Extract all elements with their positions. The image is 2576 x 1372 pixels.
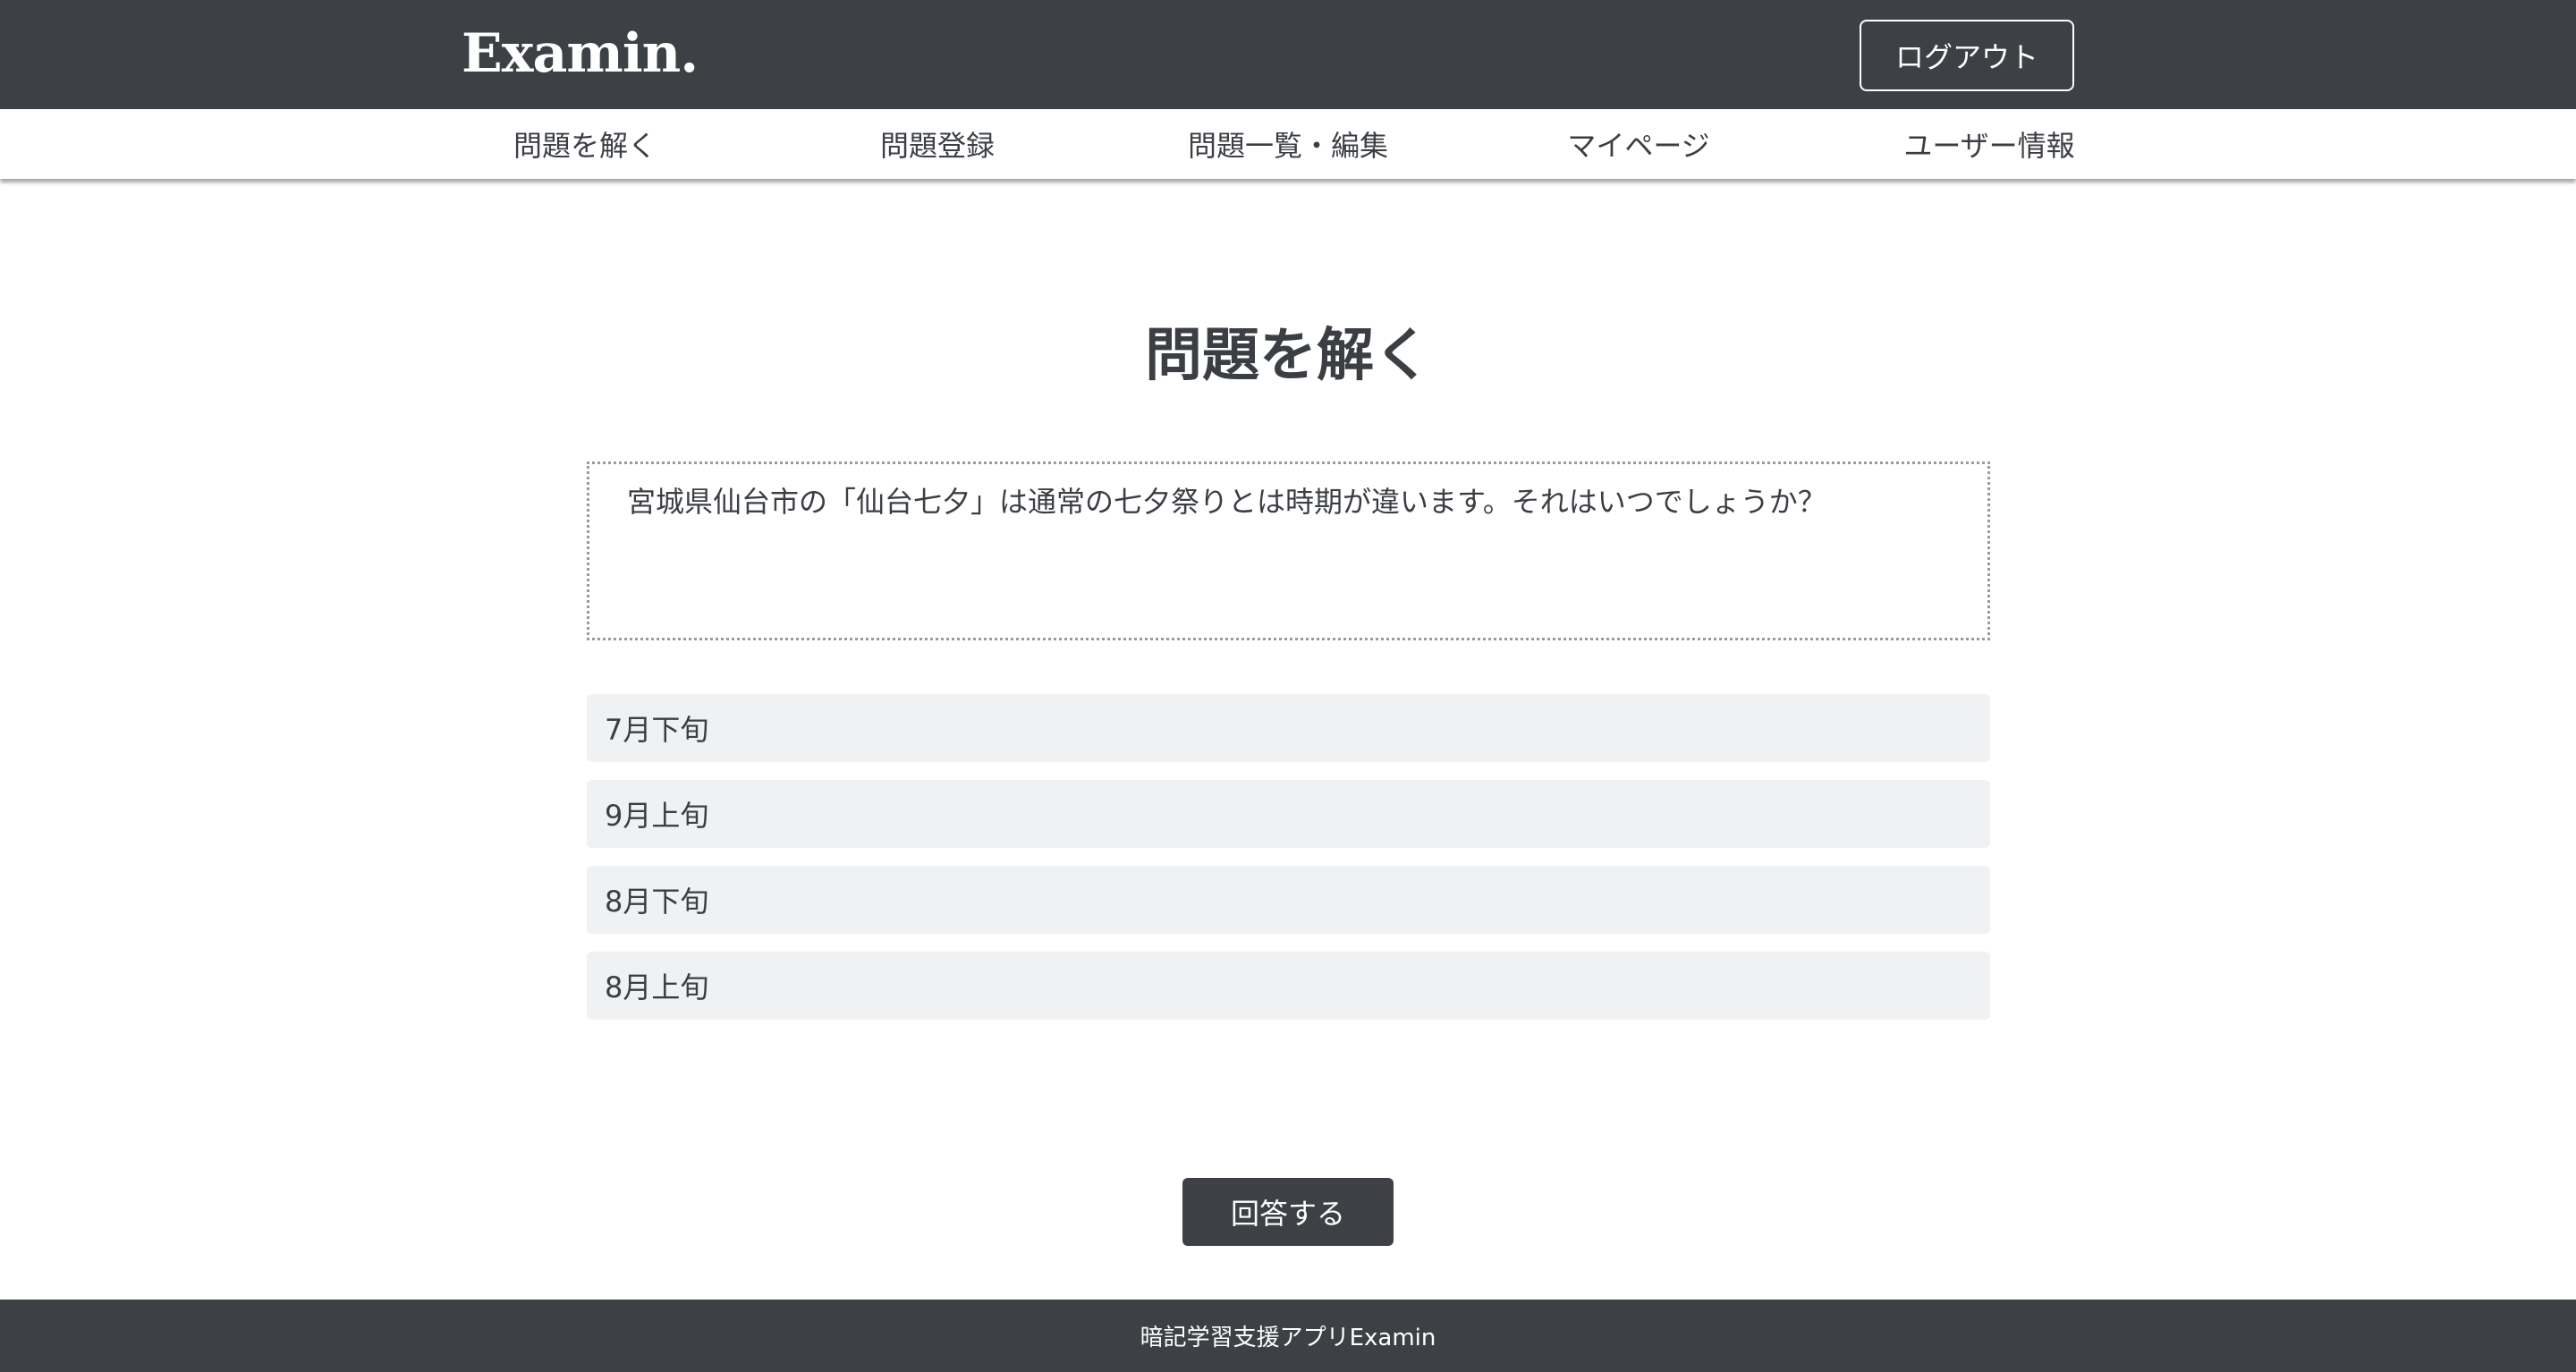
page-title: 問題を解く (1145, 322, 1431, 389)
logout-button[interactable]: ログアウト (1860, 20, 2074, 91)
app-logo[interactable]: Examin. (462, 18, 699, 89)
page: Examin. ログアウト 問題を解く 問題登録 問題一覧・編集 マイページ ユ… (0, 0, 2576, 1372)
choice-option-1[interactable]: 7月下旬 (587, 694, 1990, 762)
app-footer: 暗記学習支援アプリExamin (0, 1300, 2576, 1372)
question-text: 宮城県仙台市の「仙台七夕」は通常の七夕祭りとは時期が違います。それはいつでしょう… (587, 462, 1990, 640)
footer-text: 暗記学習支援アプリExamin (1140, 1325, 1436, 1351)
main-nav: 問題を解く 問題登録 問題一覧・編集 マイページ ユーザー情報 (0, 109, 2576, 179)
nav-item-solve[interactable]: 問題を解く (513, 109, 657, 179)
nav-item-list-edit[interactable]: 問題一覧・編集 (1188, 109, 1388, 179)
submit-answer-button[interactable]: 回答する (1182, 1178, 1394, 1246)
choice-option-3[interactable]: 8月下旬 (587, 866, 1990, 934)
nav-item-register[interactable]: 問題登録 (880, 109, 995, 179)
nav-item-user-info[interactable]: ユーザー情報 (1903, 109, 2074, 179)
choice-option-4[interactable]: 8月上旬 (587, 952, 1990, 1020)
choice-option-2[interactable]: 9月上旬 (587, 780, 1990, 848)
nav-item-mypage[interactable]: マイページ (1567, 109, 1709, 179)
app-header: Examin. ログアウト (0, 0, 2576, 109)
